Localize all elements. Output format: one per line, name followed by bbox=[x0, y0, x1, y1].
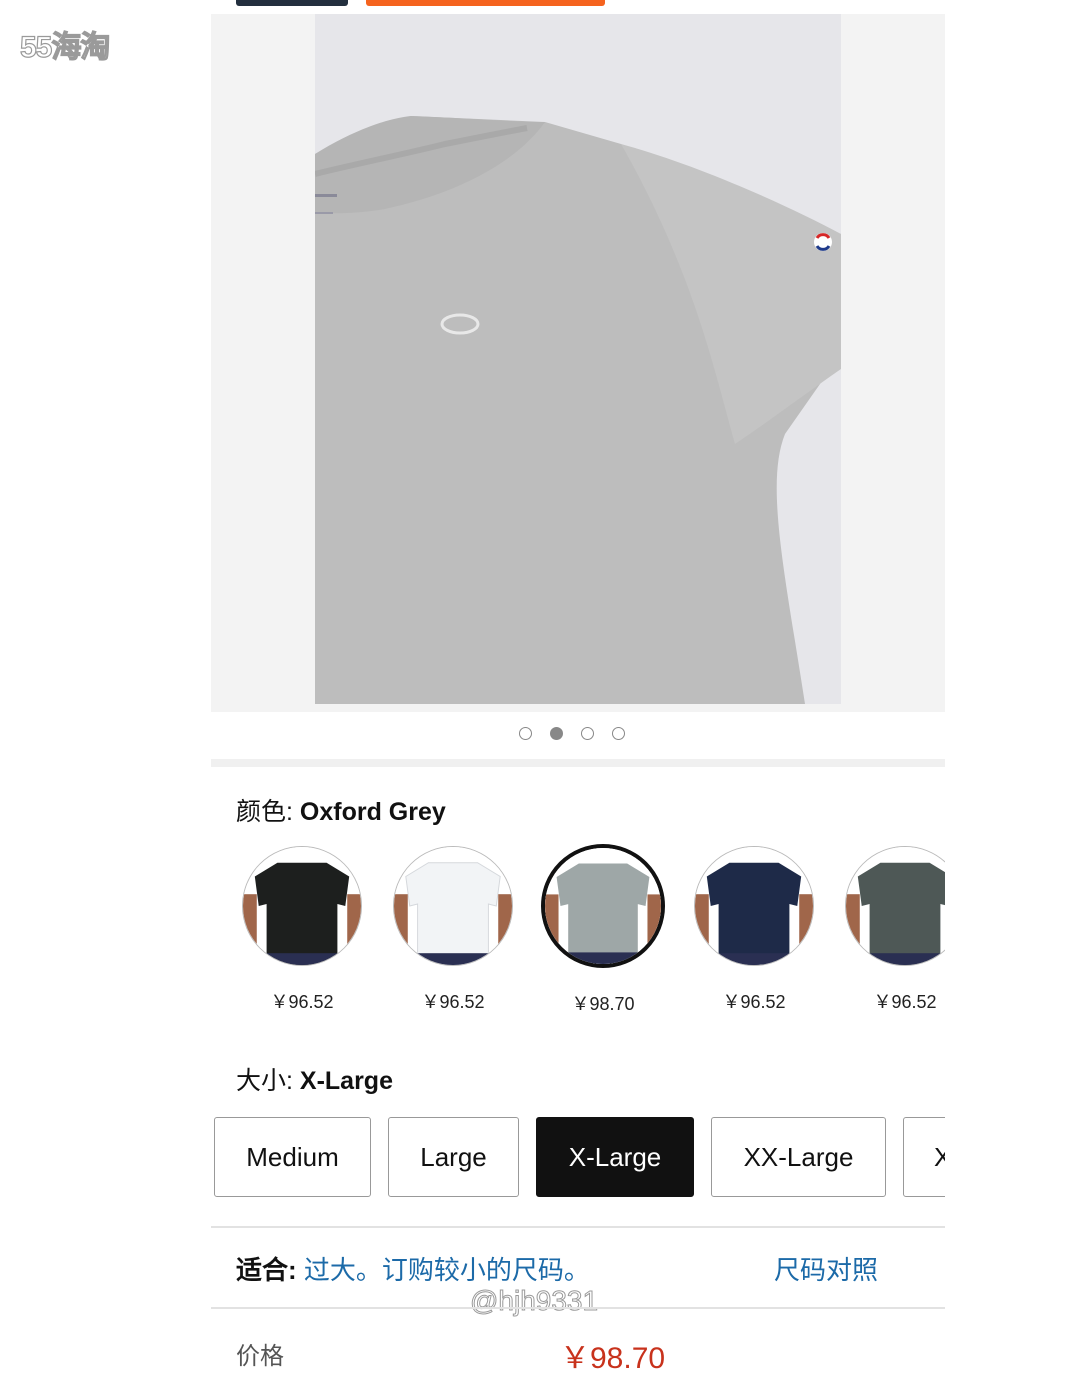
size-chart-link[interactable]: 尺码对照 bbox=[774, 1250, 878, 1287]
size-label-prefix: 大小: bbox=[236, 1067, 300, 1095]
price-value: ￥98.70 bbox=[560, 1342, 666, 1375]
swatch-price: ￥96.52 bbox=[270, 992, 334, 1012]
selected-color-name: Oxford Grey bbox=[299, 798, 446, 826]
product-image[interactable] bbox=[315, 14, 841, 704]
price-label: 价格 bbox=[236, 1343, 284, 1370]
size-button-large[interactable]: Large bbox=[388, 1117, 519, 1197]
swatch-price: ￥96.52 bbox=[421, 992, 485, 1012]
carousel-dot[interactable] bbox=[581, 727, 594, 740]
selected-size-name: X-Large bbox=[299, 1067, 393, 1095]
swatch-image bbox=[694, 846, 814, 966]
color-label: 颜色: Oxford Grey bbox=[236, 792, 446, 828]
swatch-image bbox=[845, 846, 945, 966]
section-divider bbox=[211, 759, 945, 767]
fit-info: 适合: 过大。订购较小的尺码。 bbox=[236, 1250, 590, 1287]
top-dark-button[interactable] bbox=[236, 0, 348, 6]
price-divider bbox=[211, 1307, 945, 1309]
size-label: 大小: X-Large bbox=[236, 1061, 393, 1097]
size-button-medium[interactable]: Medium bbox=[214, 1117, 371, 1197]
swatch-price: ￥96.52 bbox=[722, 992, 786, 1012]
fit-divider bbox=[211, 1226, 945, 1228]
fit-value: 过大。订购较小的尺码。 bbox=[303, 1255, 590, 1285]
color-swatch-oxford-grey[interactable]: ￥98.70 bbox=[539, 843, 667, 1016]
color-swatch-row: ￥96.52 ￥96.52 ￥98.70 ￥96.52 ￥96.52 bbox=[211, 843, 945, 1023]
swatch-price: ￥98.70 bbox=[571, 994, 635, 1014]
carousel-dots bbox=[519, 727, 625, 740]
size-button-x-large[interactable]: X-Large bbox=[536, 1117, 694, 1197]
swatch-image bbox=[541, 844, 665, 968]
swatch-image bbox=[393, 846, 513, 966]
site-watermark: 55海淘 bbox=[19, 30, 111, 64]
fit-label: 适合: bbox=[236, 1255, 304, 1285]
color-label-prefix: 颜色: bbox=[236, 798, 300, 826]
swatch-price: ￥96.52 bbox=[873, 992, 937, 1012]
top-orange-button[interactable] bbox=[366, 0, 605, 6]
size-button-row: Medium Large X-Large XX-Large X bbox=[211, 1115, 945, 1199]
user-watermark: @hjh9331 bbox=[469, 1285, 599, 1317]
carousel-dot[interactable] bbox=[612, 727, 625, 740]
product-gallery[interactable] bbox=[211, 14, 945, 712]
size-button-xxx-large[interactable]: X bbox=[903, 1117, 945, 1197]
color-swatch-black[interactable]: ￥96.52 bbox=[238, 843, 366, 1014]
color-swatch-navy[interactable]: ￥96.52 bbox=[690, 843, 818, 1014]
size-button-xx-large[interactable]: XX-Large bbox=[711, 1117, 886, 1197]
color-swatch-granite-heather[interactable]: ￥96.52 bbox=[841, 843, 945, 1014]
swatch-image bbox=[242, 846, 362, 966]
color-swatch-white[interactable]: ￥96.52 bbox=[389, 843, 517, 1014]
carousel-dot[interactable] bbox=[519, 727, 532, 740]
carousel-dot-active[interactable] bbox=[550, 727, 563, 740]
